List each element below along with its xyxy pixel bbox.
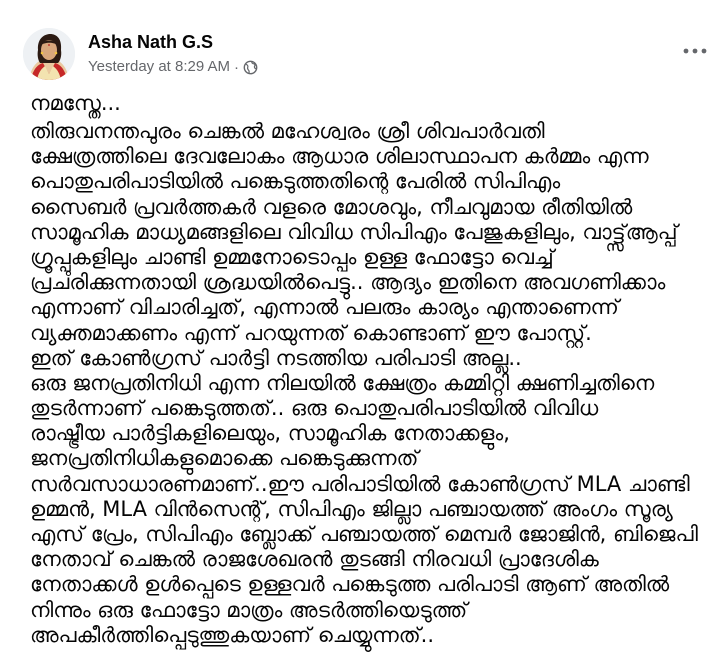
globe-icon[interactable] — [243, 60, 258, 75]
post-card: Asha Nath G.S Yesterday at 8:29 AM · നമസ… — [0, 0, 727, 657]
author-name[interactable]: Asha Nath G.S — [88, 31, 258, 53]
post-body-text: തിരുവനന്തപുരം ചെങ്കൽ മഹേശ്വരം ശ്രീ ശിവപാ… — [30, 119, 698, 648]
avatar[interactable] — [23, 28, 75, 80]
post-text-line: പൊതുപരിപാടിയിൽ പങ്കെടുത്തതിന്റെ പേരിൽ സി… — [30, 169, 561, 194]
post-header: Asha Nath G.S Yesterday at 8:29 AM · — [23, 28, 258, 80]
post-text-line: സാമൂഹിക മാധ്യമങ്ങളിലെ വിവിധ സിപിഎം പേജുക… — [30, 219, 678, 244]
post-text-line: സൈബർ പ്രവർത്തകർ വളരെ മോശവും, നീചവുമായ രീ… — [30, 194, 633, 219]
post-text-line: സർവസാധാരണമാണ്..ഈ പരിപാടിയിൽ കോൺഗ്രസ് MLA… — [30, 471, 690, 496]
post-text-line: അപകീർത്തിപ്പെടുത്തുകയാണ് ചെയ്യുന്നത്.. — [30, 622, 435, 647]
post-text-line: ജനപ്രതിനിധികളുമൊക്കെ പങ്കെടുക്കുന്നത് — [30, 446, 419, 471]
profile-photo — [23, 28, 75, 80]
post-text-line: തിരുവനന്തപുരം ചെങ്കൽ മഹേശ്വരം ശ്രീ ശിവപാ… — [30, 119, 545, 143]
post-text-line: ഇത് കോൺഗ്രസ് പാർട്ടി നടത്തിയ പരിപാടി അല്… — [30, 345, 522, 370]
post-text-line: വ്യക്തമാക്കണം എന്ന് പറയുന്നത് കൊണ്ടാണ് ഈ… — [30, 320, 592, 345]
post-text-line: ക്ഷേത്രത്തിലെ ദേവലോകം ആധാര ശിലാസ്ഥാപന കർ… — [30, 144, 649, 169]
post-meta: Yesterday at 8:29 AM · — [88, 58, 258, 76]
post-text-line: തുടർന്നാണ് പങ്കെടുത്തത്.. ഒരു പൊതുപരിപാട… — [30, 396, 599, 421]
post-text-line: രാഷ്ട്രീയ പാർട്ടികളിലെയും, സാമൂഹിക നേതാക… — [30, 421, 510, 446]
post-text-line: പ്രചരിക്കുന്നതായി ശ്രദ്ധയിൽപെട്ടു.. ആദ്യ… — [30, 270, 666, 295]
post-text-line: ഒരു ജനപ്രതിനിധി എന്ന നിലയിൽ ക്ഷേത്രം കമ്… — [30, 370, 655, 395]
meta-separator: · — [234, 58, 240, 76]
post-greeting: നമസ്തേ... — [30, 91, 121, 115]
post-text-line: നിന്നും ഒരു ഫോട്ടോ മാത്രം അടർത്തിയെടുത്ത… — [30, 597, 468, 622]
post-text-line: നേതാക്കൾ ഉൾപ്പെടെ ഉള്ളവർ പങ്കെടുത്ത പരിപ… — [30, 572, 670, 597]
post-text-line: നേതാവ് ചെങ്കൽ രാജശേഖരൻ തുടങ്ങി നിരവധി പ്… — [30, 547, 599, 572]
post-text-line: ഗ്രൂപ്പുകളിലും ചാണ്ടി ഉമ്മനോടൊപ്പം ഉള്ള … — [30, 244, 554, 269]
post-text-line: എസ് പ്രേം, സിപിഎം ബ്ലോക്ക് പഞ്ചായത്ത് മെ… — [30, 522, 698, 546]
more-horizontal-icon — [683, 48, 707, 54]
more-options-button[interactable] — [677, 40, 713, 62]
author-block: Asha Nath G.S Yesterday at 8:29 AM · — [88, 31, 258, 76]
post-text-line: എന്നാണ് വിചാരിച്ചത്, എന്നാൽ പലരും കാര്യം… — [30, 295, 619, 320]
post-text-line: ഉമ്മൻ, MLA വിൻസെന്റ്, സിപിഎം ജില്ലാ പഞ്ച… — [30, 496, 673, 521]
post-timestamp[interactable]: Yesterday at 8:29 AM — [88, 58, 230, 76]
